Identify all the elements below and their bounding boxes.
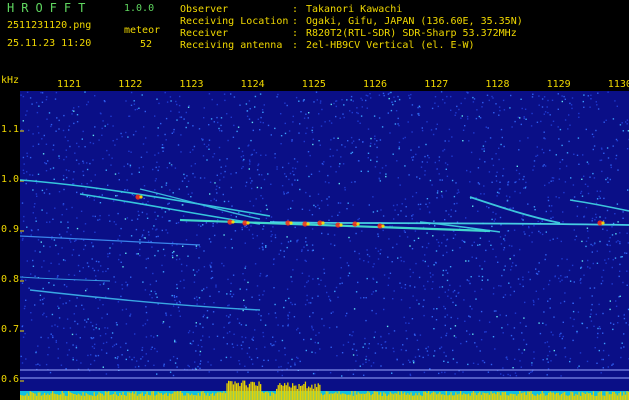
x-tick-label: 1126	[363, 79, 388, 90]
info-sep: :	[292, 16, 299, 27]
meteor-label: meteor	[124, 25, 161, 36]
y-tick-label: 0.6	[1, 374, 20, 385]
x-tick-label: 1122	[118, 79, 143, 90]
info-value-location: Ogaki, Gifu, JAPAN (136.60E, 35.35N)	[306, 16, 523, 27]
file-name: 2511231120.png	[7, 20, 92, 31]
y-tick-label: 1.0	[1, 174, 20, 185]
info-key-antenna: Receiving antenna	[180, 40, 283, 51]
file-timestamp: 25.11.23 11:20	[7, 38, 92, 49]
info-sep: :	[292, 28, 299, 39]
x-tick-label: 1121	[57, 79, 82, 90]
info-key-observer: Observer	[180, 4, 229, 15]
x-tick-label: 1129	[546, 79, 571, 90]
y-tick-label: 1.1	[1, 124, 20, 135]
info-sep: :	[292, 4, 299, 15]
app-title: HROFFT	[7, 1, 93, 15]
info-key-receiver: Receiver	[180, 28, 229, 39]
x-tick-label: 1125	[301, 79, 326, 90]
frequency-unit-label: kHz	[1, 75, 20, 86]
hrofft-window: HROFFT 1.0.0 2511231120.png 25.11.23 11:…	[0, 0, 629, 400]
header-panel: HROFFT 1.0.0 2511231120.png 25.11.23 11:…	[0, 0, 629, 86]
info-value-receiver: R820T2(RTL-SDR) SDR-Sharp 53.372MHz	[306, 28, 517, 39]
info-value-antenna: 2el-HB9CV Vertical (el. E-W)	[306, 40, 475, 51]
spectrogram-plot	[20, 91, 629, 400]
y-tick-label: 0.9	[1, 224, 20, 235]
info-key-location: Receiving Location	[180, 16, 289, 27]
spectrogram-canvas	[20, 91, 629, 400]
app-version: 1.0.0	[124, 3, 155, 14]
x-tick-label: 1124	[240, 79, 265, 90]
y-tick-label: 0.8	[1, 274, 20, 285]
x-tick-label: 1128	[485, 79, 510, 90]
info-sep: :	[292, 40, 299, 51]
x-tick-label: 1127	[424, 79, 449, 90]
y-tick-label: 0.7	[1, 324, 20, 335]
x-tick-label: 1130	[607, 79, 629, 90]
info-value-observer: Takanori Kawachi	[306, 4, 403, 15]
x-tick-label: 1123	[179, 79, 204, 90]
meteor-count: 52	[140, 39, 153, 50]
